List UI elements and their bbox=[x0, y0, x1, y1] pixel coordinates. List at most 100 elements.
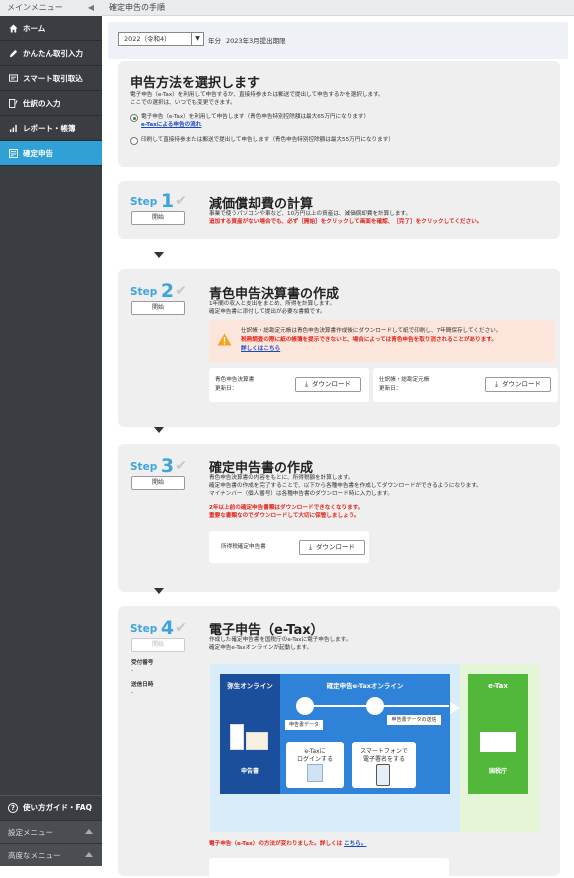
step-3-label: Step 3✔ bbox=[130, 455, 187, 477]
step-3-desc-3: マイナンバー（個人番号）は各種申告書のダウンロード時に入力します。 bbox=[209, 491, 393, 497]
download-icon: ⤓ bbox=[308, 543, 313, 551]
page-title: 確定申告の手順 bbox=[109, 3, 165, 12]
etax-online-label: 確定申告e-Taxオンライン bbox=[326, 682, 404, 690]
step-1-start-button[interactable]: 開始 bbox=[131, 211, 185, 225]
etax-flow-diagram: 弥生オンライン 申告書 確定申告e-Taxオンライン 申告書データ 申告書データ… bbox=[210, 664, 546, 834]
tax-return-download-box: 所得税確定申告書 ⤓ ダウンロード bbox=[209, 531, 369, 563]
step-4-desc-2: 確定申告e-Taxオンラインが起動します。 bbox=[209, 645, 313, 651]
download-icon: ⤓ bbox=[304, 380, 309, 388]
pencil-icon bbox=[8, 48, 18, 58]
ledger-download-box: 仕訳帳・総勘定元帳 更新日： ⤓ ダウンロード bbox=[373, 368, 558, 402]
journal-icon bbox=[8, 98, 18, 108]
step-1-card: Step 1✔ 開始 減価償却費の計算 事業で使うパソコンや車など、10万円以上… bbox=[118, 181, 560, 239]
etax-flow-link[interactable]: e-Taxによる申告の流れ bbox=[141, 121, 201, 130]
file-icon bbox=[296, 697, 314, 715]
sidebar-item-label: レポート・帳簿 bbox=[23, 123, 76, 133]
receipt-number-label: 受付番号 bbox=[131, 660, 154, 666]
etax-change-notice: 電子申告（e-Tax）の方法が変わりました。詳しくは こちら。 bbox=[209, 840, 366, 849]
sidebar-header-label: メインメニュー bbox=[7, 3, 63, 12]
updated-date: 更新日： bbox=[215, 386, 238, 392]
check-icon: ✔ bbox=[175, 458, 187, 474]
sidebar-item-label: ホーム bbox=[23, 23, 46, 33]
check-icon: ✔ bbox=[175, 620, 187, 636]
receipt-icon bbox=[246, 732, 268, 750]
sidebar-item-tax-return[interactable]: 確定申告 bbox=[0, 141, 102, 166]
receipt-number-value: - bbox=[131, 668, 134, 674]
filing-deadline: 2023年3月提出期限 bbox=[226, 37, 286, 45]
download-item-label: 所得税確定申告書 bbox=[221, 544, 266, 550]
blue-return-download-box: 青色申告決算書 更新日： ⤓ ダウンロード bbox=[209, 368, 369, 402]
arrow-right-icon bbox=[450, 702, 460, 714]
send-label: 申告書データの送信 bbox=[387, 715, 441, 725]
download-item-label: 仕訳帳・総勘定元帳 bbox=[379, 377, 430, 383]
settings-menu[interactable]: 設定メニュー bbox=[0, 820, 102, 843]
etax-label: e-Tax bbox=[488, 682, 508, 690]
building-icon bbox=[480, 732, 516, 752]
collapse-icon[interactable]: ◀ bbox=[88, 0, 94, 16]
etax-radio[interactable] bbox=[130, 114, 138, 122]
sidebar-guide-label: 使い方ガイド・FAQ bbox=[23, 803, 92, 812]
help-icon: ? bbox=[8, 802, 18, 813]
flow-line bbox=[314, 705, 449, 707]
document-icon bbox=[230, 724, 244, 750]
step-4-start-button[interactable]: 開始 bbox=[131, 638, 185, 652]
arrow-down-icon bbox=[154, 588, 164, 594]
mynumber-card-icon bbox=[307, 764, 323, 782]
filing-method-note: ここでの選択は、いつでも変更できます。 bbox=[130, 100, 236, 106]
filing-method-card: 申告方法を選択します 電子申告（e-Tax）を利用して申告するか、直接持参または… bbox=[118, 61, 560, 167]
expand-up-icon bbox=[85, 829, 93, 834]
step-3-start-button[interactable]: 開始 bbox=[131, 476, 185, 490]
login-line-2: ログインする bbox=[296, 756, 333, 763]
sidebar-item-label: かんたん取引入力 bbox=[23, 48, 83, 58]
step-1-label: Step 1✔ bbox=[130, 190, 187, 212]
nta-label: 国税庁 bbox=[488, 768, 507, 775]
sidebar-item-smart-import[interactable]: スマート取引取込 bbox=[0, 66, 102, 91]
sidebar-item-label: 確定申告 bbox=[23, 148, 53, 158]
step-2-label: Step 2✔ bbox=[130, 280, 187, 302]
step-3-card: Step 3✔ 開始 確定申告書の作成 青色申告決算書の内容をもとに、所得税額を… bbox=[118, 444, 560, 592]
download-button[interactable]: ⤓ ダウンロード bbox=[299, 540, 365, 555]
settings-menu-label: 設定メニュー bbox=[8, 827, 53, 837]
sidebar-guide-faq[interactable]: ? 使い方ガイド・FAQ bbox=[0, 795, 102, 819]
year-select[interactable]: 2022（令和4） ▼ bbox=[118, 32, 204, 46]
sidebar-item-label: スマート取引取込 bbox=[23, 73, 83, 83]
arrow-down-icon bbox=[154, 252, 164, 258]
ledger-warning-box: 仕訳帳・総勘定元帳は青色申告決算書作成後にダウンロードして紙で印刷し、7年間保存… bbox=[209, 320, 555, 362]
advanced-menu-label: 高度なメニュー bbox=[8, 850, 61, 860]
year-select-value: 2022（令和4） bbox=[124, 35, 171, 43]
warning-icon bbox=[217, 333, 232, 346]
doc-label: 申告書 bbox=[240, 768, 259, 775]
home-icon bbox=[8, 23, 18, 33]
etax-online-panel: 確定申告e-Taxオンライン 申告書データ 申告書データの送信 e-Taxに ロ… bbox=[280, 674, 450, 794]
sidebar-item-reports[interactable]: レポート・帳簿 bbox=[0, 116, 102, 141]
download-icon: ⤓ bbox=[494, 380, 499, 388]
sidebar-item-home[interactable]: ホーム bbox=[0, 16, 102, 41]
paper-option-label[interactable]: 印刷して直接持参または郵送で提出して申告します（青色申告特別控除額は最大55万円… bbox=[141, 136, 394, 145]
check-icon: ✔ bbox=[175, 283, 187, 299]
sidebar: メインメニュー ◀ ホーム かんたん取引入力 スマート取引取込 仕訳の入力 レポ… bbox=[0, 0, 102, 866]
sidebar-item-simple-entry[interactable]: かんたん取引入力 bbox=[0, 41, 102, 66]
etax-change-text: 電子申告（e-Tax）の方法が変わりました。詳しくは bbox=[209, 841, 343, 847]
filing-method-title: 申告方法を選択します bbox=[130, 76, 261, 91]
paper-radio[interactable] bbox=[130, 137, 138, 145]
sidebar-item-journal[interactable]: 仕訳の入力 bbox=[0, 91, 102, 116]
ledger-details-link[interactable]: 詳しくはこちら bbox=[241, 345, 280, 354]
yayoi-online-label: 弥生オンライン bbox=[227, 682, 273, 690]
advanced-menu[interactable]: 高度なメニュー bbox=[0, 843, 102, 866]
step-1-warning: 追加する資産がない場合でも、必ず［開始］をクリックして画面を確認、［完了］をクリ… bbox=[209, 219, 483, 225]
step-4-card: Step 4✔ 開始 受付番号 - 送信日時 - 電子申告（e-Tax） 作成し… bbox=[118, 606, 560, 878]
sidebar-header[interactable]: メインメニュー ◀ bbox=[0, 0, 102, 16]
report-chart-icon bbox=[8, 123, 18, 133]
smartphone-sign-card: スマートフォンで 電子署名をする bbox=[352, 742, 416, 788]
dropdown-arrow-icon[interactable]: ▼ bbox=[191, 33, 203, 45]
step-4-label: Step 4✔ bbox=[130, 617, 187, 639]
data-label: 申告書データ bbox=[285, 720, 323, 730]
download-button[interactable]: ⤓ ダウンロード bbox=[485, 377, 551, 392]
etax-change-link[interactable]: こちら。 bbox=[344, 841, 366, 847]
step-2-start-button[interactable]: 開始 bbox=[131, 301, 185, 315]
tax-return-icon bbox=[8, 148, 18, 158]
step-4-extra-box bbox=[209, 858, 449, 878]
download-item-label: 青色申告決算書 bbox=[215, 377, 255, 383]
download-button[interactable]: ⤓ ダウンロード bbox=[295, 377, 361, 392]
etax-panel: e-Tax 国税庁 bbox=[468, 674, 528, 794]
